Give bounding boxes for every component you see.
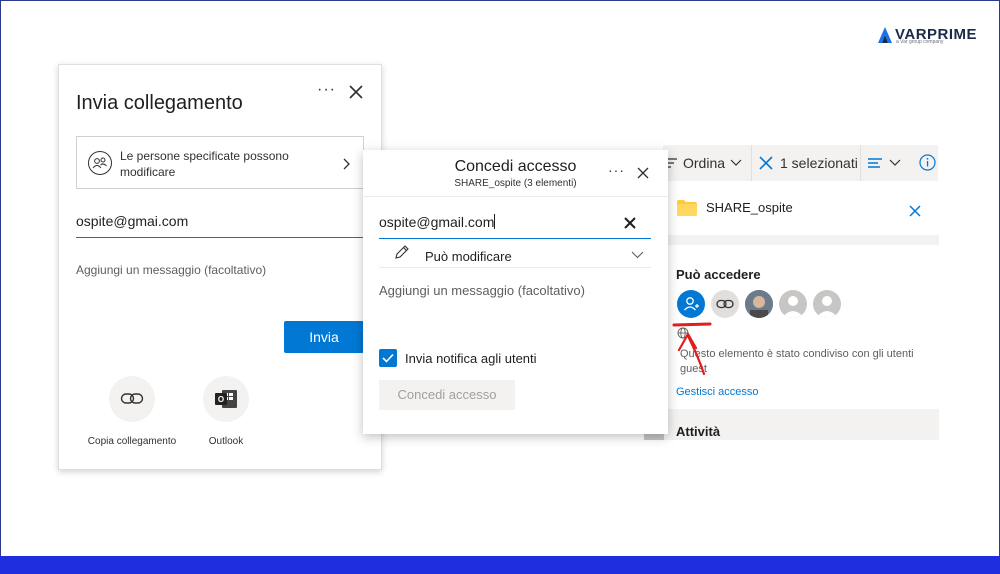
outlook-option[interactable]: O Outlook bbox=[171, 376, 281, 447]
manage-access-link[interactable]: Gestisci accesso bbox=[676, 386, 759, 398]
activity-title: Attività bbox=[676, 424, 721, 439]
sort-button[interactable]: Ordina bbox=[683, 155, 725, 171]
close-icon[interactable] bbox=[637, 167, 649, 179]
avatar[interactable] bbox=[745, 290, 773, 318]
people-icon bbox=[88, 151, 112, 175]
grant-access-dialog: Concedi accesso SHARE_ospite (3 elementi… bbox=[363, 150, 668, 434]
outlook-icon: O bbox=[215, 390, 237, 408]
toolbar-divider bbox=[860, 145, 861, 181]
has-access-title: Può accedere bbox=[676, 267, 761, 282]
send-link-dialog: Invia collegamento ··· Le persone specif… bbox=[58, 64, 382, 470]
notify-checkbox[interactable] bbox=[379, 349, 397, 367]
email-value: ospite@gmail.com bbox=[379, 214, 495, 230]
more-options-button[interactable]: ··· bbox=[608, 162, 625, 178]
checkmark-icon bbox=[382, 353, 394, 363]
chevron-right-icon bbox=[343, 158, 350, 170]
link-icon bbox=[120, 393, 144, 404]
varprime-logo: VARPRIME a Var group company bbox=[878, 25, 982, 47]
clear-selection-icon[interactable] bbox=[758, 155, 774, 171]
folder-name: SHARE_ospite bbox=[706, 200, 793, 215]
recipient-email-field[interactable]: ospite@gmai.com bbox=[76, 213, 364, 238]
message-field[interactable]: Aggiungi un messaggio (facoltativo) bbox=[379, 283, 585, 298]
pencil-icon bbox=[395, 245, 409, 259]
command-bar: Ordina 1 selezionati bbox=[663, 145, 938, 181]
send-button[interactable]: Invia bbox=[284, 321, 364, 353]
share-option-circle: O bbox=[203, 376, 249, 422]
send-link-title: Invia collegamento bbox=[76, 92, 243, 114]
user-photo-icon bbox=[745, 290, 773, 318]
person-placeholder-icon bbox=[816, 296, 838, 318]
permission-description: Le persone specificate possono modificar… bbox=[120, 149, 289, 179]
person-placeholder-icon bbox=[782, 296, 804, 318]
grant-access-subtitle: SHARE_ospite (3 elementi) bbox=[454, 178, 577, 189]
add-person-button[interactable] bbox=[677, 290, 705, 318]
bottom-accent-bar bbox=[0, 556, 1000, 574]
chevron-down-icon[interactable] bbox=[889, 159, 901, 167]
text-caret bbox=[494, 214, 496, 229]
add-person-icon bbox=[684, 297, 699, 311]
notify-label: Invia notifica agli utenti bbox=[405, 351, 537, 366]
grant-access-button[interactable]: Concedi accesso bbox=[379, 380, 515, 410]
red-arrow-annotation bbox=[672, 322, 712, 376]
link-permission-selector[interactable]: Le persone specificate possono modificar… bbox=[76, 136, 364, 189]
selected-count: 1 selezionati bbox=[780, 155, 858, 171]
section-divider bbox=[663, 235, 939, 245]
logo-tagline: a Var group company bbox=[896, 39, 944, 45]
more-options-button[interactable]: ··· bbox=[317, 81, 336, 99]
link-icon bbox=[716, 299, 734, 309]
avatar[interactable] bbox=[779, 290, 807, 318]
svg-text:O: O bbox=[218, 395, 224, 404]
details-header bbox=[663, 181, 939, 235]
info-icon[interactable] bbox=[919, 154, 936, 171]
toolbar-divider bbox=[751, 145, 752, 181]
chevron-down-icon[interactable] bbox=[730, 159, 742, 167]
permission-label: Può modificare bbox=[425, 249, 512, 264]
details-pane: SHARE_ospite Può accedere Questo element… bbox=[663, 181, 939, 440]
close-icon[interactable] bbox=[909, 205, 921, 217]
folder-icon bbox=[677, 200, 697, 216]
logo-mark-icon bbox=[878, 27, 892, 43]
clear-icon[interactable] bbox=[624, 217, 636, 229]
close-icon[interactable] bbox=[348, 84, 364, 100]
share-option-circle bbox=[109, 376, 155, 422]
view-options-icon[interactable] bbox=[867, 156, 883, 170]
header-divider bbox=[363, 196, 668, 197]
share-option-label: Outlook bbox=[208, 436, 244, 447]
link-access-button[interactable] bbox=[711, 290, 739, 318]
avatar[interactable] bbox=[813, 290, 841, 318]
message-field[interactable]: Aggiungi un messaggio (facoltativo) bbox=[76, 263, 266, 277]
permission-dropdown[interactable]: Può modificare bbox=[379, 242, 651, 268]
chevron-down-icon bbox=[631, 251, 644, 259]
recipient-email-field[interactable]: ospite@gmail.com bbox=[379, 214, 651, 239]
